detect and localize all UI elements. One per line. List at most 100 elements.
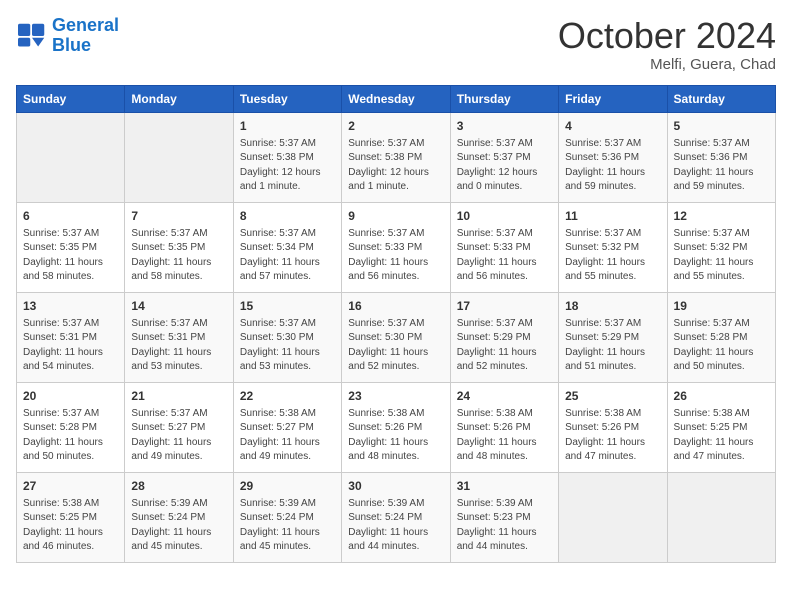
calendar-cell: 26Sunrise: 5:38 AMSunset: 5:25 PMDayligh… <box>667 382 775 472</box>
calendar-cell: 27Sunrise: 5:38 AMSunset: 5:25 PMDayligh… <box>17 472 125 562</box>
calendar-cell: 14Sunrise: 5:37 AMSunset: 5:31 PMDayligh… <box>125 292 233 382</box>
logo-line1: General <box>52 15 119 35</box>
day-info: Sunrise: 5:37 AMSunset: 5:29 PMDaylight:… <box>565 317 660 375</box>
day-number: 7 <box>131 208 226 225</box>
day-number: 23 <box>348 388 443 405</box>
day-info: Sunrise: 5:37 AMSunset: 5:38 PMDaylight:… <box>240 137 335 195</box>
day-number: 25 <box>565 388 660 405</box>
calendar-cell: 5Sunrise: 5:37 AMSunset: 5:36 PMDaylight… <box>667 112 775 202</box>
day-info: Sunrise: 5:37 AMSunset: 5:37 PMDaylight:… <box>457 137 552 195</box>
calendar-cell: 9Sunrise: 5:37 AMSunset: 5:33 PMDaylight… <box>342 202 450 292</box>
day-info: Sunrise: 5:38 AMSunset: 5:26 PMDaylight:… <box>565 407 660 465</box>
day-number: 3 <box>457 118 552 135</box>
calendar-cell: 15 Sunrise: 5:37 AMSunset: 5:30 PMDayligh… <box>233 292 341 382</box>
day-number: 8 <box>240 208 335 225</box>
day-number: 18 <box>565 298 660 315</box>
day-number: 5 <box>674 118 769 135</box>
location-subtitle: Melfi, Guera, Chad <box>558 56 776 73</box>
day-info: Sunrise: 5:37 AMSunset: 5:28 PMDaylight:… <box>23 407 118 465</box>
calendar-cell: 22 Sunrise: 5:38 AMSunset: 5:27 PMDayligh… <box>233 382 341 472</box>
day-number: 6 <box>23 208 118 225</box>
calendar-cell: 11 Sunrise: 5:37 AMSunset: 5:32 PMDayligh… <box>559 202 667 292</box>
day-number: 26 <box>674 388 769 405</box>
weekday-header-sunday: Sunday <box>17 85 125 112</box>
day-number: 20 <box>23 388 118 405</box>
day-number: 10 <box>457 208 552 225</box>
day-number: 1 <box>240 118 335 135</box>
day-info: Sunrise: 5:37 AMSunset: 5:27 PMDaylight:… <box>131 407 226 465</box>
day-info: Sunrise: 5:37 AMSunset: 5:30 PMDaylight:… <box>348 317 443 375</box>
day-number: 17 <box>457 298 552 315</box>
calendar-week-1: 1 Sunrise: 5:37 AMSunset: 5:38 PMDaylight… <box>17 112 776 202</box>
calendar-cell: 31 Sunrise: 5:39 AMSunset: 5:23 PMDayligh… <box>450 472 558 562</box>
logo-line2: Blue <box>52 35 91 55</box>
day-number: 27 <box>23 478 118 495</box>
calendar-table: SundayMondayTuesdayWednesdayThursdayFrid… <box>16 85 776 563</box>
calendar-cell: 7 Sunrise: 5:37 AMSunset: 5:35 PMDaylight… <box>125 202 233 292</box>
day-number: 11 <box>565 208 660 225</box>
calendar-cell <box>17 112 125 202</box>
day-number: 30 <box>348 478 443 495</box>
day-info: Sunrise: 5:37 AMSunset: 5:28 PMDaylight:… <box>674 317 769 375</box>
day-info: Sunrise: 5:38 AMSunset: 5:26 PMDaylight:… <box>457 407 552 465</box>
calendar-cell: 12Sunrise: 5:37 AMSunset: 5:32 PMDayligh… <box>667 202 775 292</box>
day-number: 22 <box>240 388 335 405</box>
day-info: Sunrise: 5:37 AMSunset: 5:33 PMDaylight:… <box>348 227 443 285</box>
day-info: Sunrise: 5:37 AMSunset: 5:29 PMDaylight:… <box>457 317 552 375</box>
day-info: Sunrise: 5:37 AMSunset: 5:33 PMDaylight:… <box>457 227 552 285</box>
day-number: 16 <box>348 298 443 315</box>
weekday-header-row: SundayMondayTuesdayWednesdayThursdayFrid… <box>17 85 776 112</box>
calendar-cell: 17 Sunrise: 5:37 AMSunset: 5:29 PMDayligh… <box>450 292 558 382</box>
day-number: 4 <box>565 118 660 135</box>
page-header: General Blue October 2024 Melfi, Guera, … <box>16 16 776 73</box>
day-number: 24 <box>457 388 552 405</box>
day-info: Sunrise: 5:39 AMSunset: 5:24 PMDaylight:… <box>240 497 335 555</box>
calendar-header: SundayMondayTuesdayWednesdayThursdayFrid… <box>17 85 776 112</box>
calendar-cell <box>667 472 775 562</box>
day-number: 28 <box>131 478 226 495</box>
month-title: October 2024 <box>558 16 776 56</box>
logo-text: General Blue <box>52 16 119 56</box>
logo-icon <box>16 22 48 50</box>
day-info: Sunrise: 5:38 AMSunset: 5:27 PMDaylight:… <box>240 407 335 465</box>
calendar-week-3: 13 Sunrise: 5:37 AMSunset: 5:31 PMDayligh… <box>17 292 776 382</box>
calendar-cell: 30 Sunrise: 5:39 AMSunset: 5:24 PMDayligh… <box>342 472 450 562</box>
day-info: Sunrise: 5:37 AMSunset: 5:35 PMDaylight:… <box>23 227 118 285</box>
logo: General Blue <box>16 16 119 56</box>
day-number: 19 <box>674 298 769 315</box>
weekday-header-tuesday: Tuesday <box>233 85 341 112</box>
day-number: 12 <box>674 208 769 225</box>
calendar-cell: 10 Sunrise: 5:37 AMSunset: 5:33 PMDayligh… <box>450 202 558 292</box>
day-info: Sunrise: 5:37 AMSunset: 5:35 PMDaylight:… <box>131 227 226 285</box>
day-number: 15 <box>240 298 335 315</box>
calendar-week-5: 27Sunrise: 5:38 AMSunset: 5:25 PMDayligh… <box>17 472 776 562</box>
calendar-cell: 3 Sunrise: 5:37 AMSunset: 5:37 PMDaylight… <box>450 112 558 202</box>
calendar-cell: 18 Sunrise: 5:37 AMSunset: 5:29 PMDayligh… <box>559 292 667 382</box>
calendar-cell: 19 Sunrise: 5:37 AMSunset: 5:28 PMDayligh… <box>667 292 775 382</box>
day-info: Sunrise: 5:39 AMSunset: 5:24 PMDaylight:… <box>131 497 226 555</box>
weekday-header-monday: Monday <box>125 85 233 112</box>
day-info: Sunrise: 5:39 AMSunset: 5:23 PMDaylight:… <box>457 497 552 555</box>
calendar-cell: 29Sunrise: 5:39 AMSunset: 5:24 PMDayligh… <box>233 472 341 562</box>
day-number: 21 <box>131 388 226 405</box>
weekday-header-thursday: Thursday <box>450 85 558 112</box>
day-number: 31 <box>457 478 552 495</box>
calendar-cell: 4 Sunrise: 5:37 AMSunset: 5:36 PMDaylight… <box>559 112 667 202</box>
calendar-cell: 28 Sunrise: 5:39 AMSunset: 5:24 PMDayligh… <box>125 472 233 562</box>
weekday-header-friday: Friday <box>559 85 667 112</box>
day-info: Sunrise: 5:37 AMSunset: 5:32 PMDaylight:… <box>565 227 660 285</box>
weekday-header-saturday: Saturday <box>667 85 775 112</box>
calendar-cell <box>559 472 667 562</box>
day-number: 2 <box>348 118 443 135</box>
day-info: Sunrise: 5:37 AMSunset: 5:34 PMDaylight:… <box>240 227 335 285</box>
day-info: Sunrise: 5:37 AMSunset: 5:31 PMDaylight:… <box>23 317 118 375</box>
calendar-cell: 23Sunrise: 5:38 AMSunset: 5:26 PMDayligh… <box>342 382 450 472</box>
day-info: Sunrise: 5:39 AMSunset: 5:24 PMDaylight:… <box>348 497 443 555</box>
day-info: Sunrise: 5:37 AMSunset: 5:30 PMDaylight:… <box>240 317 335 375</box>
calendar-cell: 6 Sunrise: 5:37 AMSunset: 5:35 PMDaylight… <box>17 202 125 292</box>
day-info: Sunrise: 5:37 AMSunset: 5:36 PMDaylight:… <box>565 137 660 195</box>
calendar-cell: 25 Sunrise: 5:38 AMSunset: 5:26 PMDayligh… <box>559 382 667 472</box>
title-block: October 2024 Melfi, Guera, Chad <box>558 16 776 73</box>
day-number: 13 <box>23 298 118 315</box>
calendar-cell: 1 Sunrise: 5:37 AMSunset: 5:38 PMDaylight… <box>233 112 341 202</box>
